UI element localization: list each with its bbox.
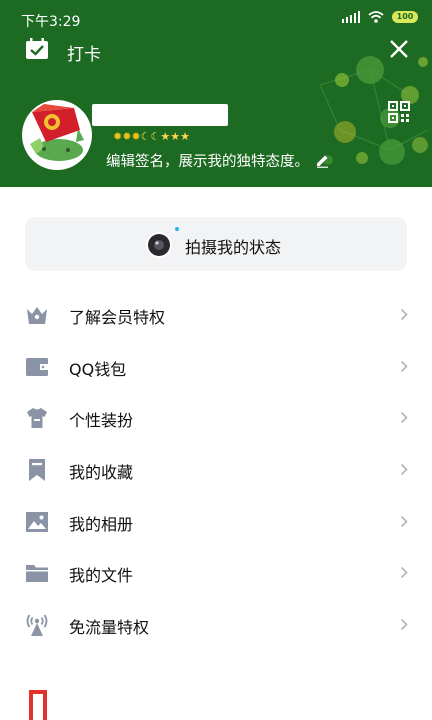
shirt-icon [27,408,47,429]
chevron-right-icon [400,308,408,321]
menu-item-label: 免流量特权 [69,618,150,638]
menu-item-label: QQ钱包 [69,359,127,379]
chevron-right-icon [400,619,408,631]
qr-code-icon[interactable] [388,101,410,123]
capture-status-button[interactable]: 拍摄我的状态 [25,217,407,271]
menu-item-album[interactable]: 我的相册 [0,496,432,548]
camera-lens-icon [146,232,172,258]
calendar-check-icon[interactable] [25,38,49,60]
menu-item-label: 我的文件 [69,566,134,586]
chevron-right-icon [400,567,408,579]
avatar-image [30,104,84,161]
signature-text: 编辑签名，展示我的独特态度。 [106,154,309,170]
new-indicator-dot [175,227,179,231]
menu-item-files[interactable]: 我的文件 [0,547,432,599]
nickname-redacted[interactable] [92,104,228,126]
close-icon[interactable] [387,37,411,61]
top-bar: 打卡 [0,32,432,66]
menu-item-label: 了解会员特权 [69,308,166,327]
wallet-icon [26,357,48,376]
menu-item-favorites[interactable]: 我的收藏 [0,444,432,496]
signal-tower-icon [26,614,48,637]
menu-item-wallet[interactable]: QQ钱包 [0,341,432,393]
level-star-icons: ★★★ [160,130,190,143]
avatar[interactable] [22,100,92,170]
menu-item-dressup[interactable]: 个性装扮 [0,392,432,444]
chevron-right-icon [400,360,408,372]
folder-icon [26,565,48,583]
edit-pencil-icon[interactable] [315,153,330,168]
photo-album-icon [26,511,48,532]
bookmark-icon [29,459,45,482]
menu-item-free-data[interactable]: 免流量特权 [0,599,432,651]
chevron-right-icon [400,412,408,424]
status-time: 下午3:29 [21,14,81,30]
level-moon-icons: ☾☾ [140,130,161,143]
capture-status-label: 拍摄我的状态 [185,238,282,257]
menu-item-vip[interactable]: 了解会员特权 [0,289,432,341]
menu-item-label: 我的相册 [69,514,134,534]
menu-list: 了解会员特权 QQ钱包 个性装扮 我的收藏 我的相册 我的文件 免流量特权 [0,289,432,651]
menu-item-label: 我的收藏 [69,463,134,483]
chevron-right-icon [400,515,408,527]
level-sun-icons: ✹✹✹ [113,130,141,143]
chevron-right-icon [400,463,408,476]
profile-header: 下午3:29 100 打卡 ✹✹✹☾☾★★★ 编辑签名，展示我的独特态度。 [0,0,432,187]
cell-signal-icon [342,11,360,23]
phone-icon[interactable] [27,690,49,720]
level-badges[interactable]: ✹✹✹☾☾★★★ [113,130,190,143]
wifi-icon [368,11,384,23]
menu-item-label: 个性装扮 [69,411,134,431]
signature[interactable]: 编辑签名，展示我的独特态度。 [106,150,330,171]
vip-crown-icon [27,307,47,324]
checkin-label[interactable]: 打卡 [67,40,101,65]
battery-icon: 100 [392,11,418,23]
